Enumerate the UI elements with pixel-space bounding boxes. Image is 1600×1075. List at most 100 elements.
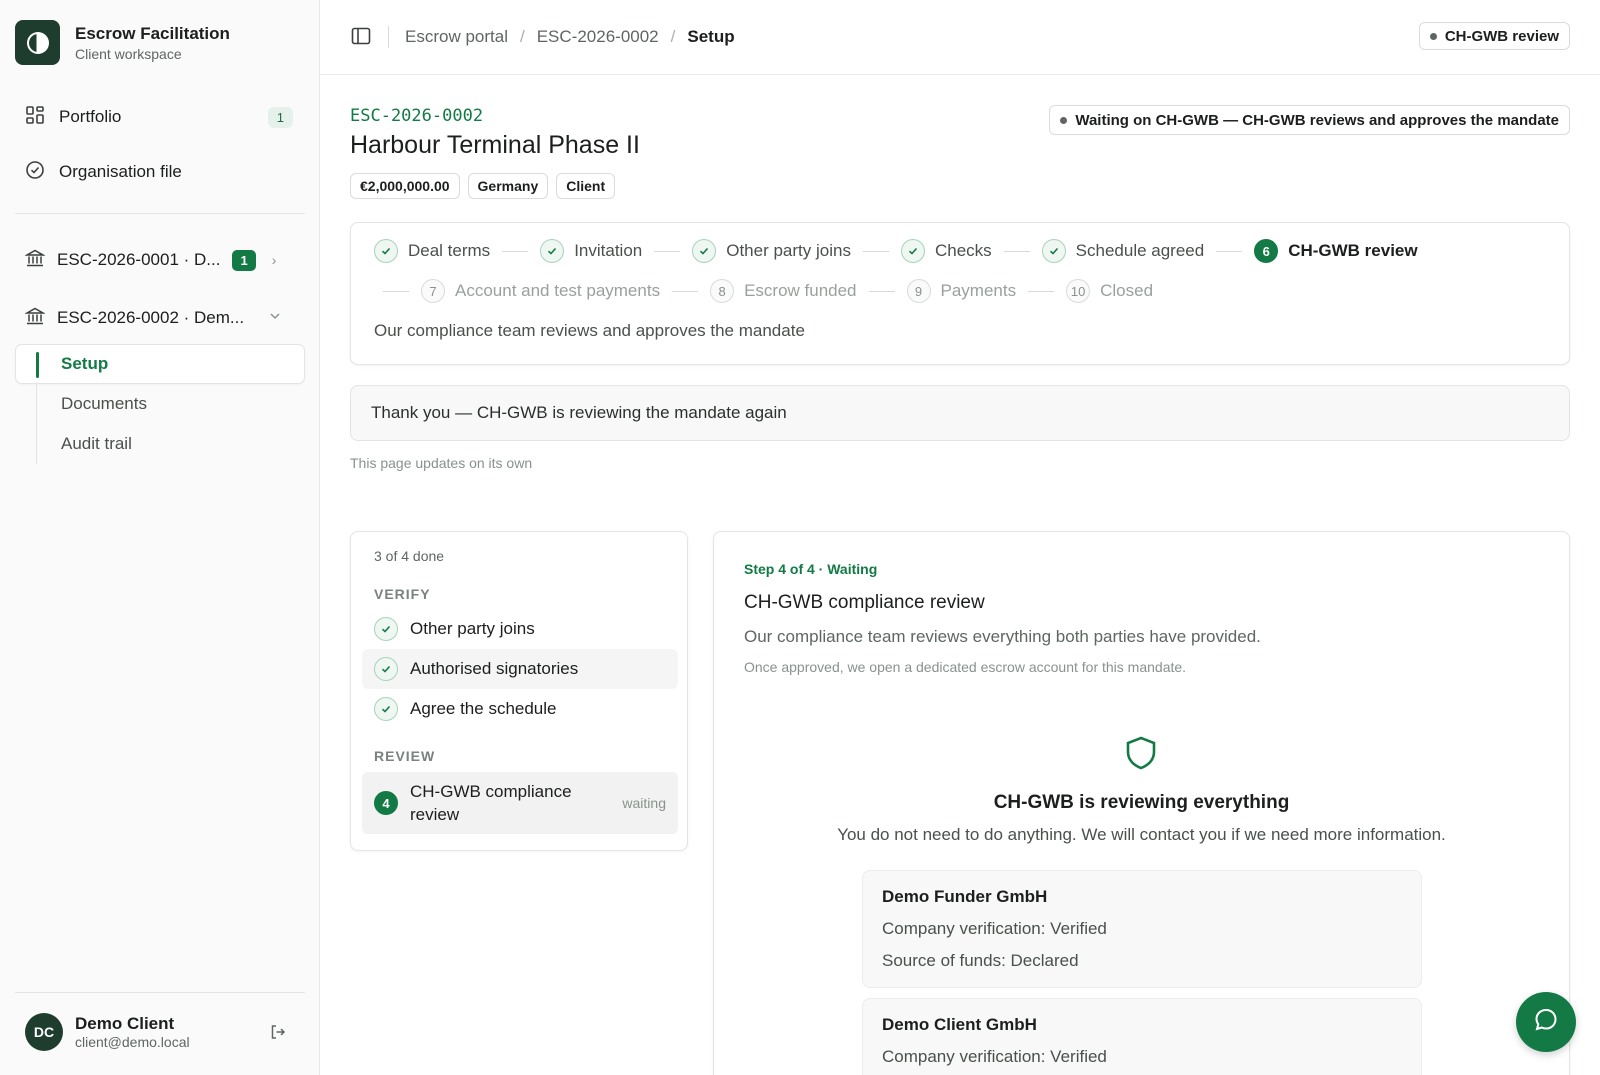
bank-icon [24,248,46,273]
stepper-description: Our compliance team reviews and approves… [374,321,805,340]
escrow-subnav: Setup Documents Audit trail [15,344,305,464]
tag-amount: €2,000,000.00 [350,173,460,199]
check-circle-icon [25,160,45,185]
checklist-item-current[interactable]: 4 CH-GWB compliance review waiting [362,772,678,834]
check-icon [692,239,717,263]
subnav-setup[interactable]: Setup [15,344,305,384]
party-name: Demo Client GmbH [882,1015,1037,1034]
waiting-badge-label: Waiting on CH-GWB — CH-GWB reviews and a… [1075,111,1559,129]
step-deal-terms: Deal terms [374,239,490,263]
stepper-row-1: Deal terms Invitation Other party joins … [374,239,1418,263]
party-status: Source of funds: Declared [882,951,1079,970]
checklist-item[interactable]: Other party joins [362,609,678,649]
detail-description: Our compliance team reviews everything b… [744,627,1261,646]
waiting-badge: Waiting on CH-GWB — CH-GWB reviews and a… [1049,105,1570,135]
stepper-row-2: 7 Account and test payments 8 Escrow funde… [383,279,1153,303]
tag-country: Germany [467,173,549,199]
step-number: 6 [1254,239,1279,263]
header-separator [388,26,389,48]
brand-title: Escrow Facilitation [75,23,230,43]
step-number: 4 [374,791,398,815]
escrow-item-label: ESC-2026-0002 · Dem... [57,308,245,327]
detail-note: Once approved, we open a dedicated escro… [744,659,1187,675]
subnav-documents[interactable]: Documents [15,384,305,424]
breadcrumb-portal[interactable]: Escrow portal [405,27,508,47]
section-review: REVIEW [374,748,436,764]
chevron-down-icon[interactable] [268,308,282,328]
step-detail-panel: Step 4 of 4 · Waiting CH-GWB compliance … [713,531,1570,1075]
checklist-item[interactable]: Agree the schedule [362,689,678,729]
escrow-item-0002[interactable]: ESC-2026-0002 · Dem... [15,298,305,338]
bank-icon [24,306,46,331]
task-checklist: 3 of 4 done VERIFY Other party joins Aut… [350,531,688,851]
chevron-right-icon[interactable]: › [272,252,277,268]
step-checks: Checks [900,239,992,263]
tag-role: Client [556,173,616,199]
portfolio-count-badge: 1 [267,106,293,128]
check-icon [374,239,398,263]
progress-stepper: Deal terms Invitation Other party joins … [350,222,1570,365]
party-status: Company verification: Verified [882,1047,1107,1066]
check-icon [540,239,565,263]
review-subheading: You do not need to do anything. We will … [837,825,1446,844]
nav-organisation-file-label: Organisation file [59,162,182,181]
status-badge: CH-GWB review [1418,22,1570,50]
nav-organisation-file[interactable]: Organisation file [15,152,305,192]
detail-title: CH-GWB compliance review [744,592,985,613]
section-verify: VERIFY [374,586,431,602]
confirmation-notice: Thank you — CH-GWB is reviewing the mand… [350,385,1570,441]
step-escrow-funded: 8 Escrow funded [710,279,857,303]
sidebar: Escrow Facilitation Client workspace Por… [0,0,320,1075]
nav-portfolio[interactable]: Portfolio 1 [15,97,305,137]
step-other-party-joins: Other party joins [692,239,851,263]
user-name: Demo Client [75,1013,175,1033]
user-profile[interactable]: DC Demo Client client@demo.local [15,992,305,1052]
party-status: Company verification: Verified [882,919,1107,938]
checklist-progress: 3 of 4 done [374,548,445,564]
step-closed: 10 Closed [1066,279,1153,303]
chat-bubble-icon [1532,1006,1560,1039]
auto-update-note: This page updates on its own [350,455,533,471]
nav-portfolio-label: Portfolio [59,107,122,126]
check-icon [1041,239,1066,263]
brand[interactable]: Escrow Facilitation Client workspace [15,20,230,65]
party-card: Demo Client GmbH Company verification: V… [862,998,1422,1075]
logout-icon[interactable] [269,1023,287,1046]
check-icon [374,657,398,681]
breadcrumb-current: Setup [687,27,735,46]
user-email: client@demo.local [75,1033,190,1050]
subnav-rail [36,384,37,464]
escrow-item-0001[interactable]: ESC-2026-0001 · D... 1 › [15,240,305,280]
party-name: Demo Funder GmbH [882,887,1048,906]
avatar: DC [25,1012,63,1051]
case-id: ESC-2026-0002 [350,106,484,126]
step-number: 10 [1066,279,1091,303]
sidebar-toggle-icon[interactable] [350,25,374,49]
waiting-dot-icon [1060,116,1068,124]
case-tags: €2,000,000.00 Germany Client [350,173,616,199]
breadcrumb-case[interactable]: ESC-2026-0002 [537,27,659,47]
escrow-item-label: ESC-2026-0001 · D... [57,250,221,269]
chat-button[interactable] [1516,992,1576,1052]
check-icon [900,239,925,263]
brand-logo-icon [15,20,60,65]
party-card: Demo Funder GmbH Company verification: V… [862,870,1422,988]
subnav-audit-trail[interactable]: Audit trail [15,424,305,464]
waiting-label: waiting [622,795,666,811]
step-account-test-payments: 7 Account and test payments [421,279,660,303]
breadcrumb: Escrow portal / ESC-2026-0002 / Setup [405,27,735,47]
check-icon [374,617,398,641]
step-number: 9 [906,279,931,303]
sidebar-divider [15,213,305,214]
escrow-count-badge: 1 [232,249,256,271]
review-heading: CH-GWB is reviewing everything [993,792,1290,813]
status-badge-label: CH-GWB review [1444,27,1559,45]
topbar: Escrow portal / ESC-2026-0002 / Setup CH… [320,0,1600,75]
step-number: 7 [421,279,445,303]
shield-icon [1123,735,1159,776]
page-title: Harbour Terminal Phase II [350,131,640,159]
status-dot-icon [1429,32,1437,40]
step-ch-gwb-review: 6 CH-GWB review [1254,239,1418,263]
step-invitation: Invitation [540,239,642,263]
checklist-item[interactable]: Authorised signatories [362,649,678,689]
